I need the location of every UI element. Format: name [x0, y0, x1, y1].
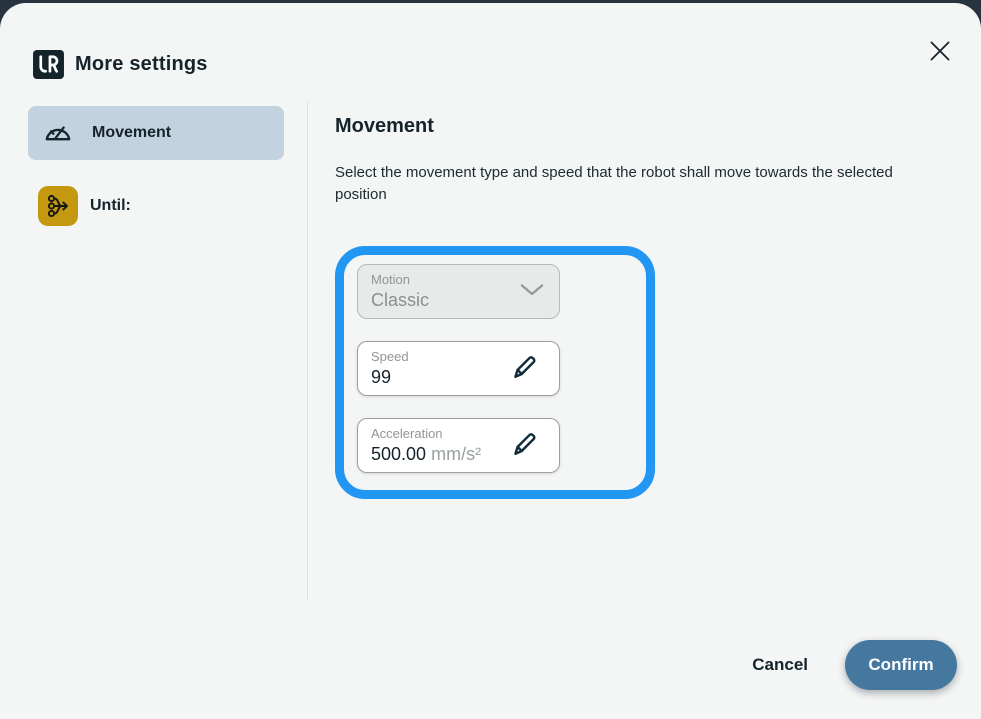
speed-field[interactable]: Speed 99: [357, 341, 560, 396]
sidebar-item-until[interactable]: Until:: [28, 186, 284, 226]
panel-description: Select the movement type and speed that …: [335, 162, 930, 206]
confirm-button[interactable]: Confirm: [845, 640, 957, 690]
dialog-header: More settings: [0, 3, 981, 93]
edit-pencil-icon[interactable]: [510, 352, 539, 386]
close-icon[interactable]: [927, 39, 953, 65]
ur-logo-icon: [33, 50, 64, 79]
sidebar-divider: [307, 101, 308, 600]
sidebar-item-movement[interactable]: Movement: [28, 106, 284, 160]
cancel-button[interactable]: Cancel: [752, 655, 808, 675]
dialog-title: More settings: [75, 53, 208, 76]
sidebar-item-label: Movement: [92, 124, 171, 142]
main-panel: Movement Select the movement type and sp…: [307, 93, 981, 499]
sidebar: Movement Until:: [0, 93, 307, 226]
branch-merge-icon: [38, 186, 78, 226]
acceleration-field[interactable]: Acceleration 500.00 mm/s²: [357, 418, 560, 473]
highlight-callout-box: Motion Classic Speed 99: [335, 246, 655, 499]
dialog-body: Movement Until: Moveme: [0, 93, 981, 499]
more-settings-dialog: More settings Movement: [0, 3, 981, 719]
sidebar-item-label: Until:: [90, 197, 131, 215]
edit-pencil-icon[interactable]: [510, 429, 539, 463]
chevron-down-icon: [520, 283, 544, 301]
dialog-footer: Cancel Confirm: [752, 640, 957, 690]
gauge-icon: [44, 119, 72, 148]
motion-select: Motion Classic: [357, 264, 560, 319]
acceleration-unit: mm/s²: [431, 444, 481, 464]
panel-heading: Movement: [335, 115, 951, 138]
